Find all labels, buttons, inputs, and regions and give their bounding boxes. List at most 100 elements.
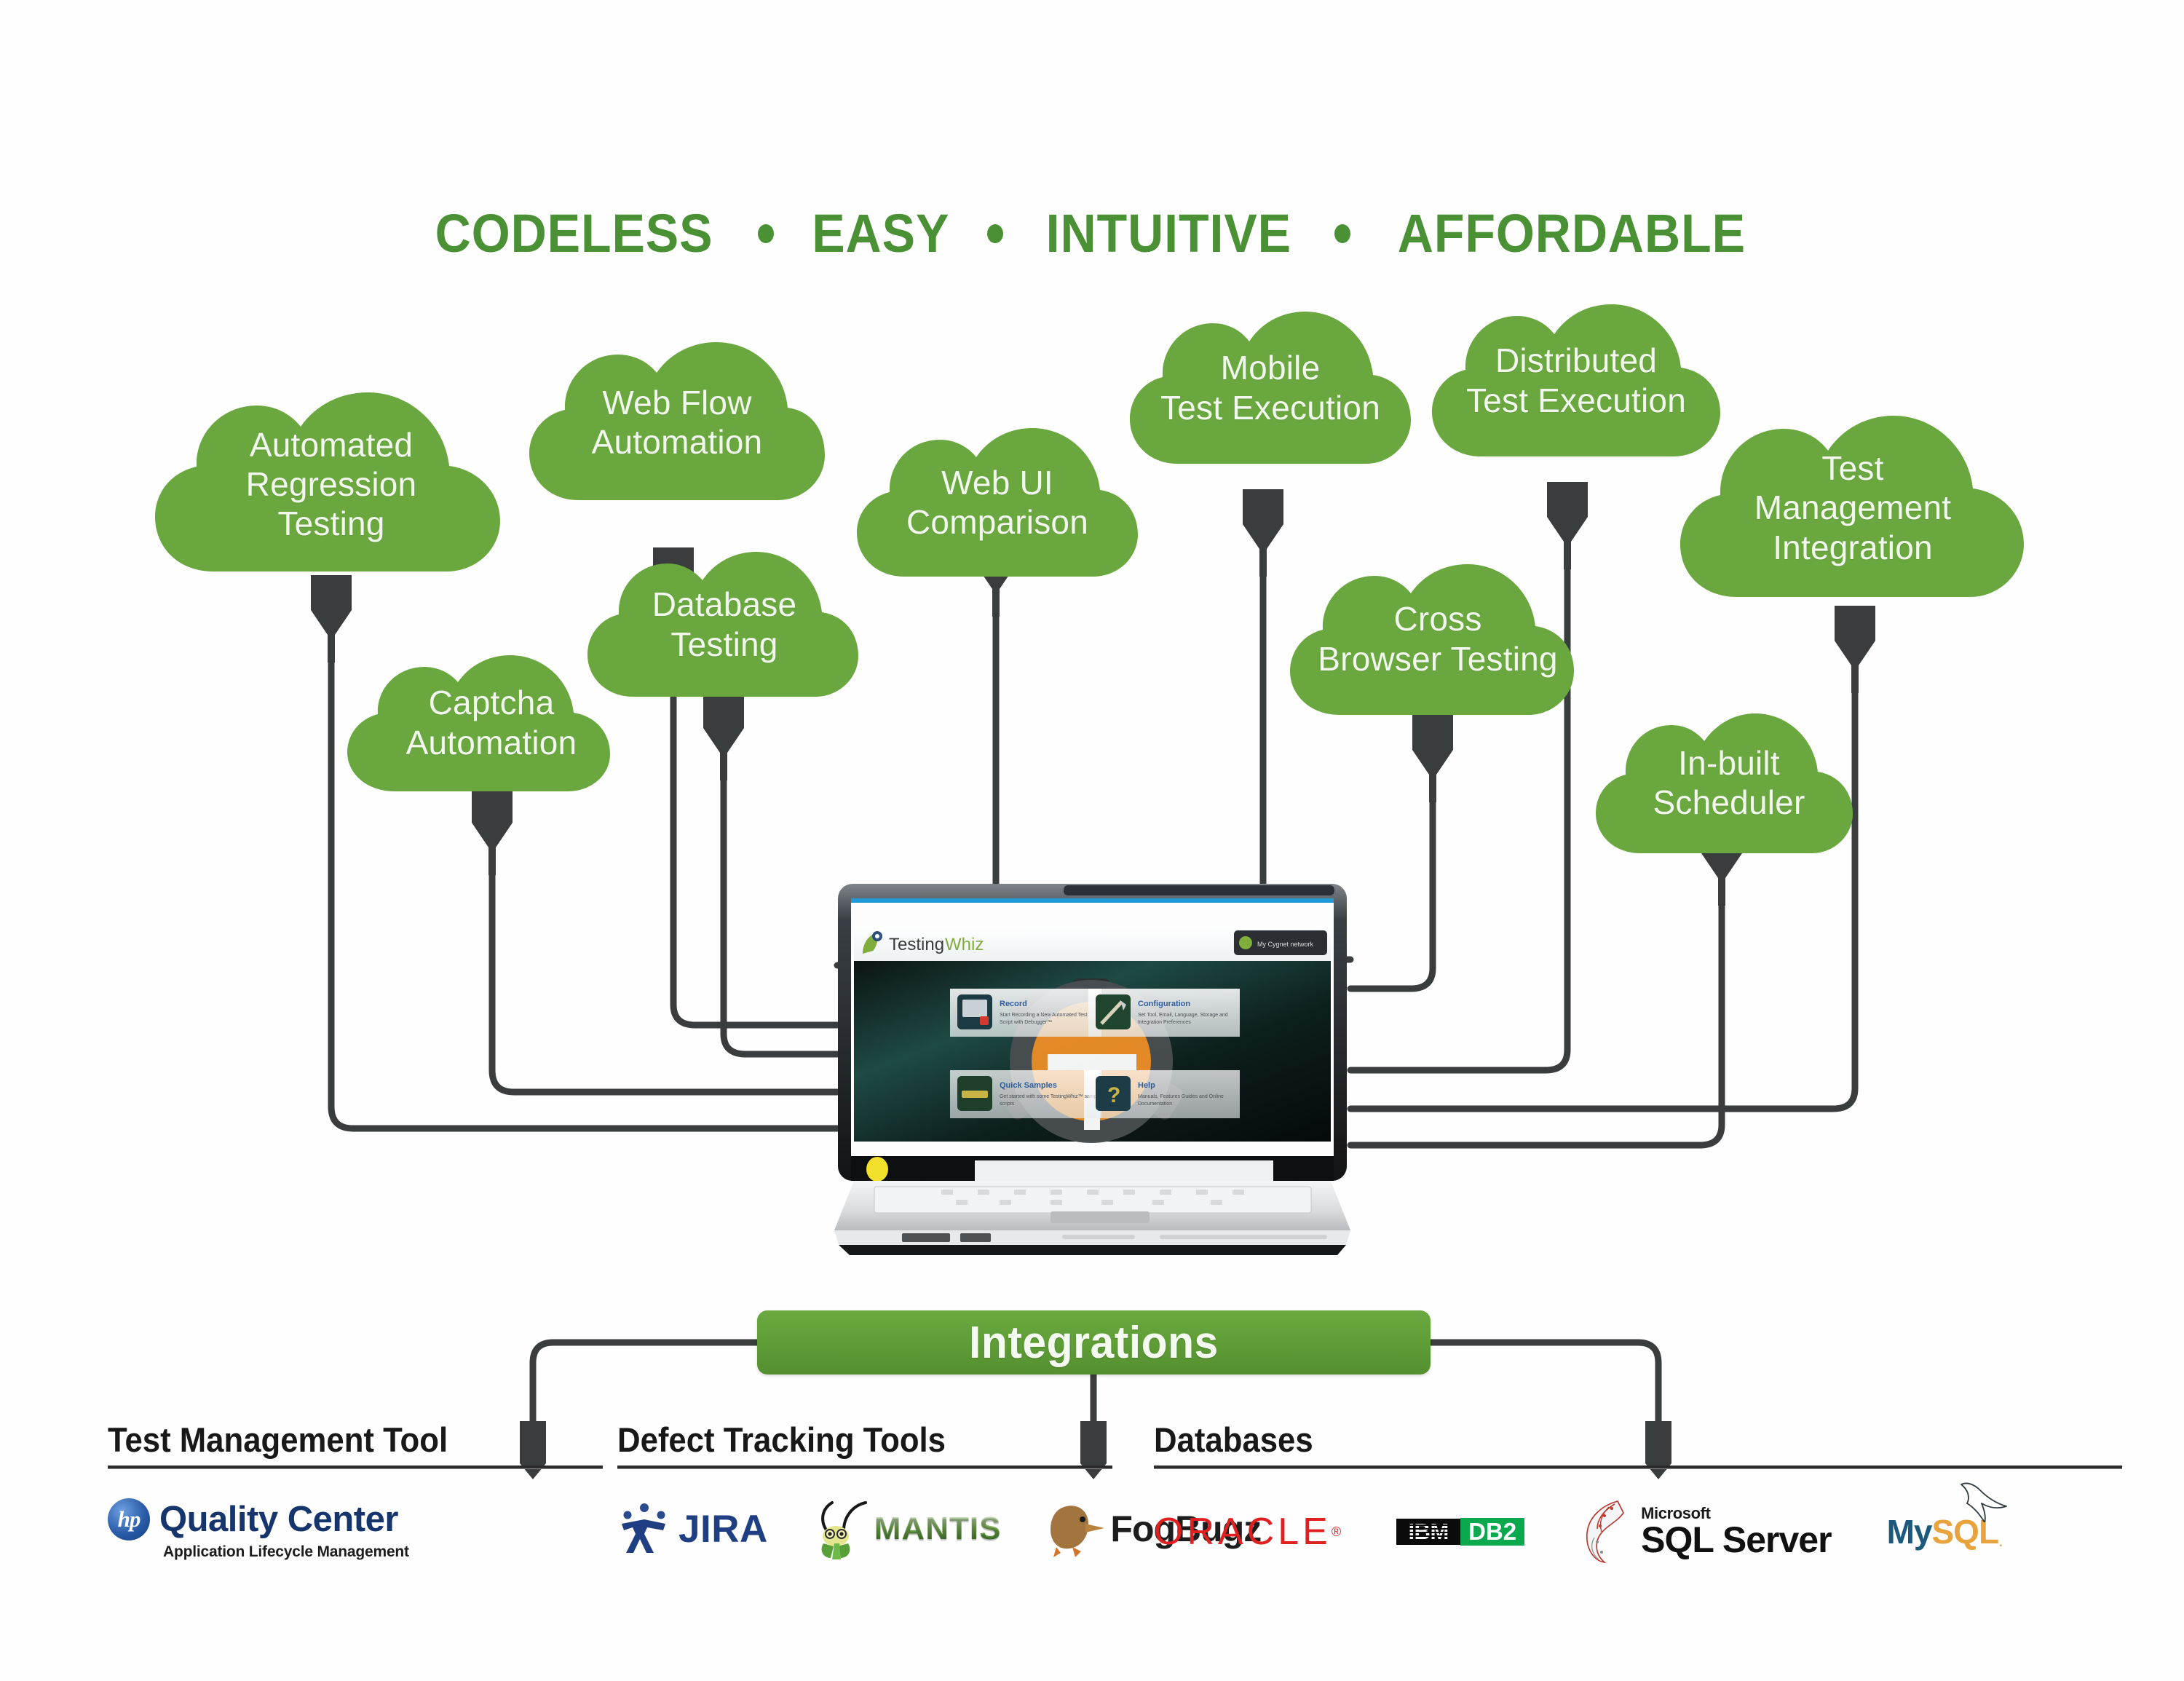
plug-icon-distributed-test-execution	[1547, 482, 1588, 569]
infographic-canvas: CODELESS EASY INTUITIVE AFFORDABLE Autom…	[0, 0, 2184, 1681]
footer-group-databases: Databases ORACLE ® IBM DB2 Microsoft SQL…	[1154, 1420, 2122, 1565]
app-tile-help[interactable]: ? Help Manuals, Features Guides and Onli…	[1088, 1070, 1240, 1118]
tagline-word-easy: EASY	[811, 203, 949, 264]
hp-quality-center-subtitle: Application Lifecycle Management	[163, 1543, 409, 1560]
feature-cloud-test-management-integration[interactable]: Test Management Integration	[1674, 411, 2031, 604]
tagline-dot-icon-2	[987, 224, 1004, 243]
logo-ibm-db2[interactable]: IBM DB2	[1396, 1502, 1525, 1562]
feature-label-web-ui-comparison: Web UI Comparison	[906, 463, 1088, 541]
tagline-dot-icon-3	[1334, 224, 1350, 243]
feature-cloud-in-built-scheduler[interactable]: In-built Scheduler	[1591, 706, 1867, 859]
feature-label-test-management-integration: Test Management Integration	[1754, 449, 1952, 566]
oracle-wordmark: ORACLE	[1154, 1511, 1332, 1553]
logo-mantis[interactable]: MANTIS	[810, 1498, 1002, 1559]
footer-group-title-databases: Databases	[1154, 1420, 1313, 1459]
plug-icon-test-management-integration	[1835, 606, 1875, 693]
plug-icon-cross-browser-testing	[1412, 715, 1453, 802]
logo-oracle[interactable]: ORACLE ®	[1154, 1510, 1341, 1554]
tagline-dot-icon-1	[757, 224, 774, 243]
jira-figure-icon	[617, 1503, 671, 1554]
hp-quality-center-name: Quality Center	[159, 1500, 398, 1539]
integrations-bar[interactable]: Integrations	[757, 1310, 1431, 1375]
svg-text:Documentation: Documentation	[1138, 1101, 1172, 1107]
hp-badge-icon: hp	[108, 1498, 150, 1540]
footer-group-test-management-tool: Test Management Tool hp Quality Center A…	[108, 1420, 603, 1561]
mysql-wordmark-mark: .	[1998, 1531, 2003, 1551]
feature-label-cross-browser-testing: Cross Browser Testing	[1318, 600, 1558, 678]
hp-badge-label: hp	[117, 1506, 141, 1532]
laptop-foot	[839, 1245, 1346, 1255]
feature-cloud-captcha-automation[interactable]: Captcha Automation	[342, 648, 641, 797]
feature-label-mobile-test-execution: Mobile Test Execution	[1160, 349, 1380, 427]
footer-rule-defect-tracking-tools	[617, 1466, 1112, 1469]
logo-microsoft-sql-server[interactable]: Microsoft SQL Server	[1580, 1498, 1832, 1565]
logo-mysql[interactable]: My SQL .	[1886, 1482, 2007, 1551]
svg-text:scripts: scripts	[1000, 1101, 1015, 1107]
footer-group-defect-tracking-tools: Defect Tracking Tools JIRA MANTIS FogBug…	[617, 1420, 1262, 1559]
db2-wordmark-block: DB2	[1460, 1518, 1525, 1546]
logo-jira[interactable]: JIRA	[617, 1503, 768, 1554]
footer-group-title-defect-tracking-tools: Defect Tracking Tools	[617, 1420, 946, 1459]
svg-text:Integration Preferences: Integration Preferences	[1138, 1020, 1191, 1025]
svg-text:Start Recording a New Automate: Start Recording a New Automated Test	[1000, 1013, 1088, 1018]
tagline-word-affordable: AFFORDABLE	[1397, 203, 1746, 264]
plug-icon-database-testing	[703, 693, 744, 780]
tagline-word-codeless: CODELESS	[435, 203, 713, 264]
footer-logos-defect-tracking-tools: JIRA MANTIS FogBugz	[617, 1498, 1262, 1559]
feature-label-web-flow-automation: Web Flow Automation	[591, 383, 763, 461]
tile-title-record: Record	[1000, 1000, 1027, 1008]
plug-icon-mobile-test-execution	[1243, 489, 1283, 577]
laptop-illustration: Testing Whiz My Cygnet network Record St…	[834, 884, 1350, 1255]
feature-label-captcha-automation: Captcha Automation	[405, 684, 577, 762]
feature-cloud-web-ui-comparison[interactable]: Web UI Comparison	[852, 422, 1143, 582]
footer-rule-test-management-tool	[108, 1466, 603, 1469]
sql-server-wordmark: SQL Server	[1641, 1519, 1832, 1560]
svg-text:Set Tool, Email, Language, Sto: Set Tool, Email, Language, Storage and	[1138, 1013, 1228, 1018]
mysql-dolphin-icon	[1960, 1482, 2007, 1522]
trackpad	[1051, 1211, 1150, 1223]
footer-rule-databases	[1154, 1466, 2122, 1469]
app-tile-record[interactable]: Record Start Recording a New Automated T…	[950, 989, 1101, 1037]
app-tile-quick-samples[interactable]: Quick Samples Get started with some Test…	[950, 1070, 1101, 1118]
plug-icon-captcha-automation	[472, 788, 513, 875]
svg-text:Script with Debugger™: Script with Debugger™	[1000, 1020, 1052, 1025]
feature-cloud-web-flow-automation[interactable]: Web Flow Automation	[524, 339, 830, 506]
app-name-testing: Testing	[889, 935, 944, 954]
power-indicator-icon	[866, 1157, 888, 1182]
sql-server-mark-icon	[1586, 1500, 1625, 1564]
wire-database-testing	[720, 724, 841, 1058]
footer-group-title-test-management-tool: Test Management Tool	[108, 1420, 448, 1459]
svg-text:Get started with some TestingW: Get started with some TestingWhiz™ sampl…	[1000, 1094, 1101, 1099]
mysql-wordmark-my: My	[1886, 1513, 1933, 1551]
laptop-device: Testing Whiz My Cygnet network Record St…	[832, 882, 1353, 1261]
db2-wordmark: DB2	[1468, 1518, 1517, 1545]
integrations-bar-label: Integrations	[969, 1317, 1219, 1368]
wire-in-built-scheduler	[1347, 850, 1725, 1149]
fogbugz-kiwi-icon	[1051, 1506, 1105, 1557]
wire-captcha-automation	[488, 819, 841, 1096]
feature-cloud-mobile-test-execution[interactable]: Mobile Test Execution	[1125, 306, 1416, 470]
ibm-wordmark: IBM	[1408, 1519, 1449, 1544]
front-port-2	[960, 1233, 991, 1242]
feature-cloud-automated-regression-testing[interactable]: Automated Regression Testing	[149, 389, 513, 579]
oracle-registered-mark: ®	[1331, 1524, 1342, 1539]
tagline-word-intuitive: INTUITIVE	[1045, 203, 1292, 264]
jira-wordmark: JIRA	[678, 1507, 768, 1551]
tile-title-help: Help	[1138, 1081, 1155, 1090]
tagline-banner: CODELESS EASY INTUITIVE AFFORDABLE	[0, 202, 2184, 264]
svg-text:?: ?	[1107, 1083, 1120, 1107]
logo-hp-quality-center[interactable]: hp Quality Center Application Lifecycle …	[108, 1498, 409, 1561]
account-badge-label: My Cygnet network	[1257, 941, 1314, 948]
app-name-whiz: Whiz	[945, 935, 984, 954]
footer-logos-databases: ORACLE ® IBM DB2 Microsoft SQL Server My…	[1154, 1482, 2122, 1565]
feature-label-automated-regression-testing: Automated Regression Testing	[245, 425, 417, 543]
app-tile-configuration[interactable]: Configuration Set Tool, Email, Language,…	[1088, 989, 1240, 1037]
feature-label-distributed-test-execution: Distributed Test Execution	[1466, 341, 1686, 419]
feature-label-database-testing: Database Testing	[652, 585, 797, 663]
mantis-wordmark: MANTIS	[874, 1511, 1002, 1546]
ibm-wordmark-block: IBM	[1396, 1519, 1461, 1545]
wire-cross-browser-testing	[1347, 746, 1436, 992]
tile-title-configuration: Configuration	[1138, 1000, 1190, 1008]
footer-logos-test-management-tool: hp Quality Center Application Lifecycle …	[108, 1498, 603, 1561]
feature-cloud-cross-browser-testing[interactable]: Cross Browser Testing	[1285, 557, 1591, 721]
